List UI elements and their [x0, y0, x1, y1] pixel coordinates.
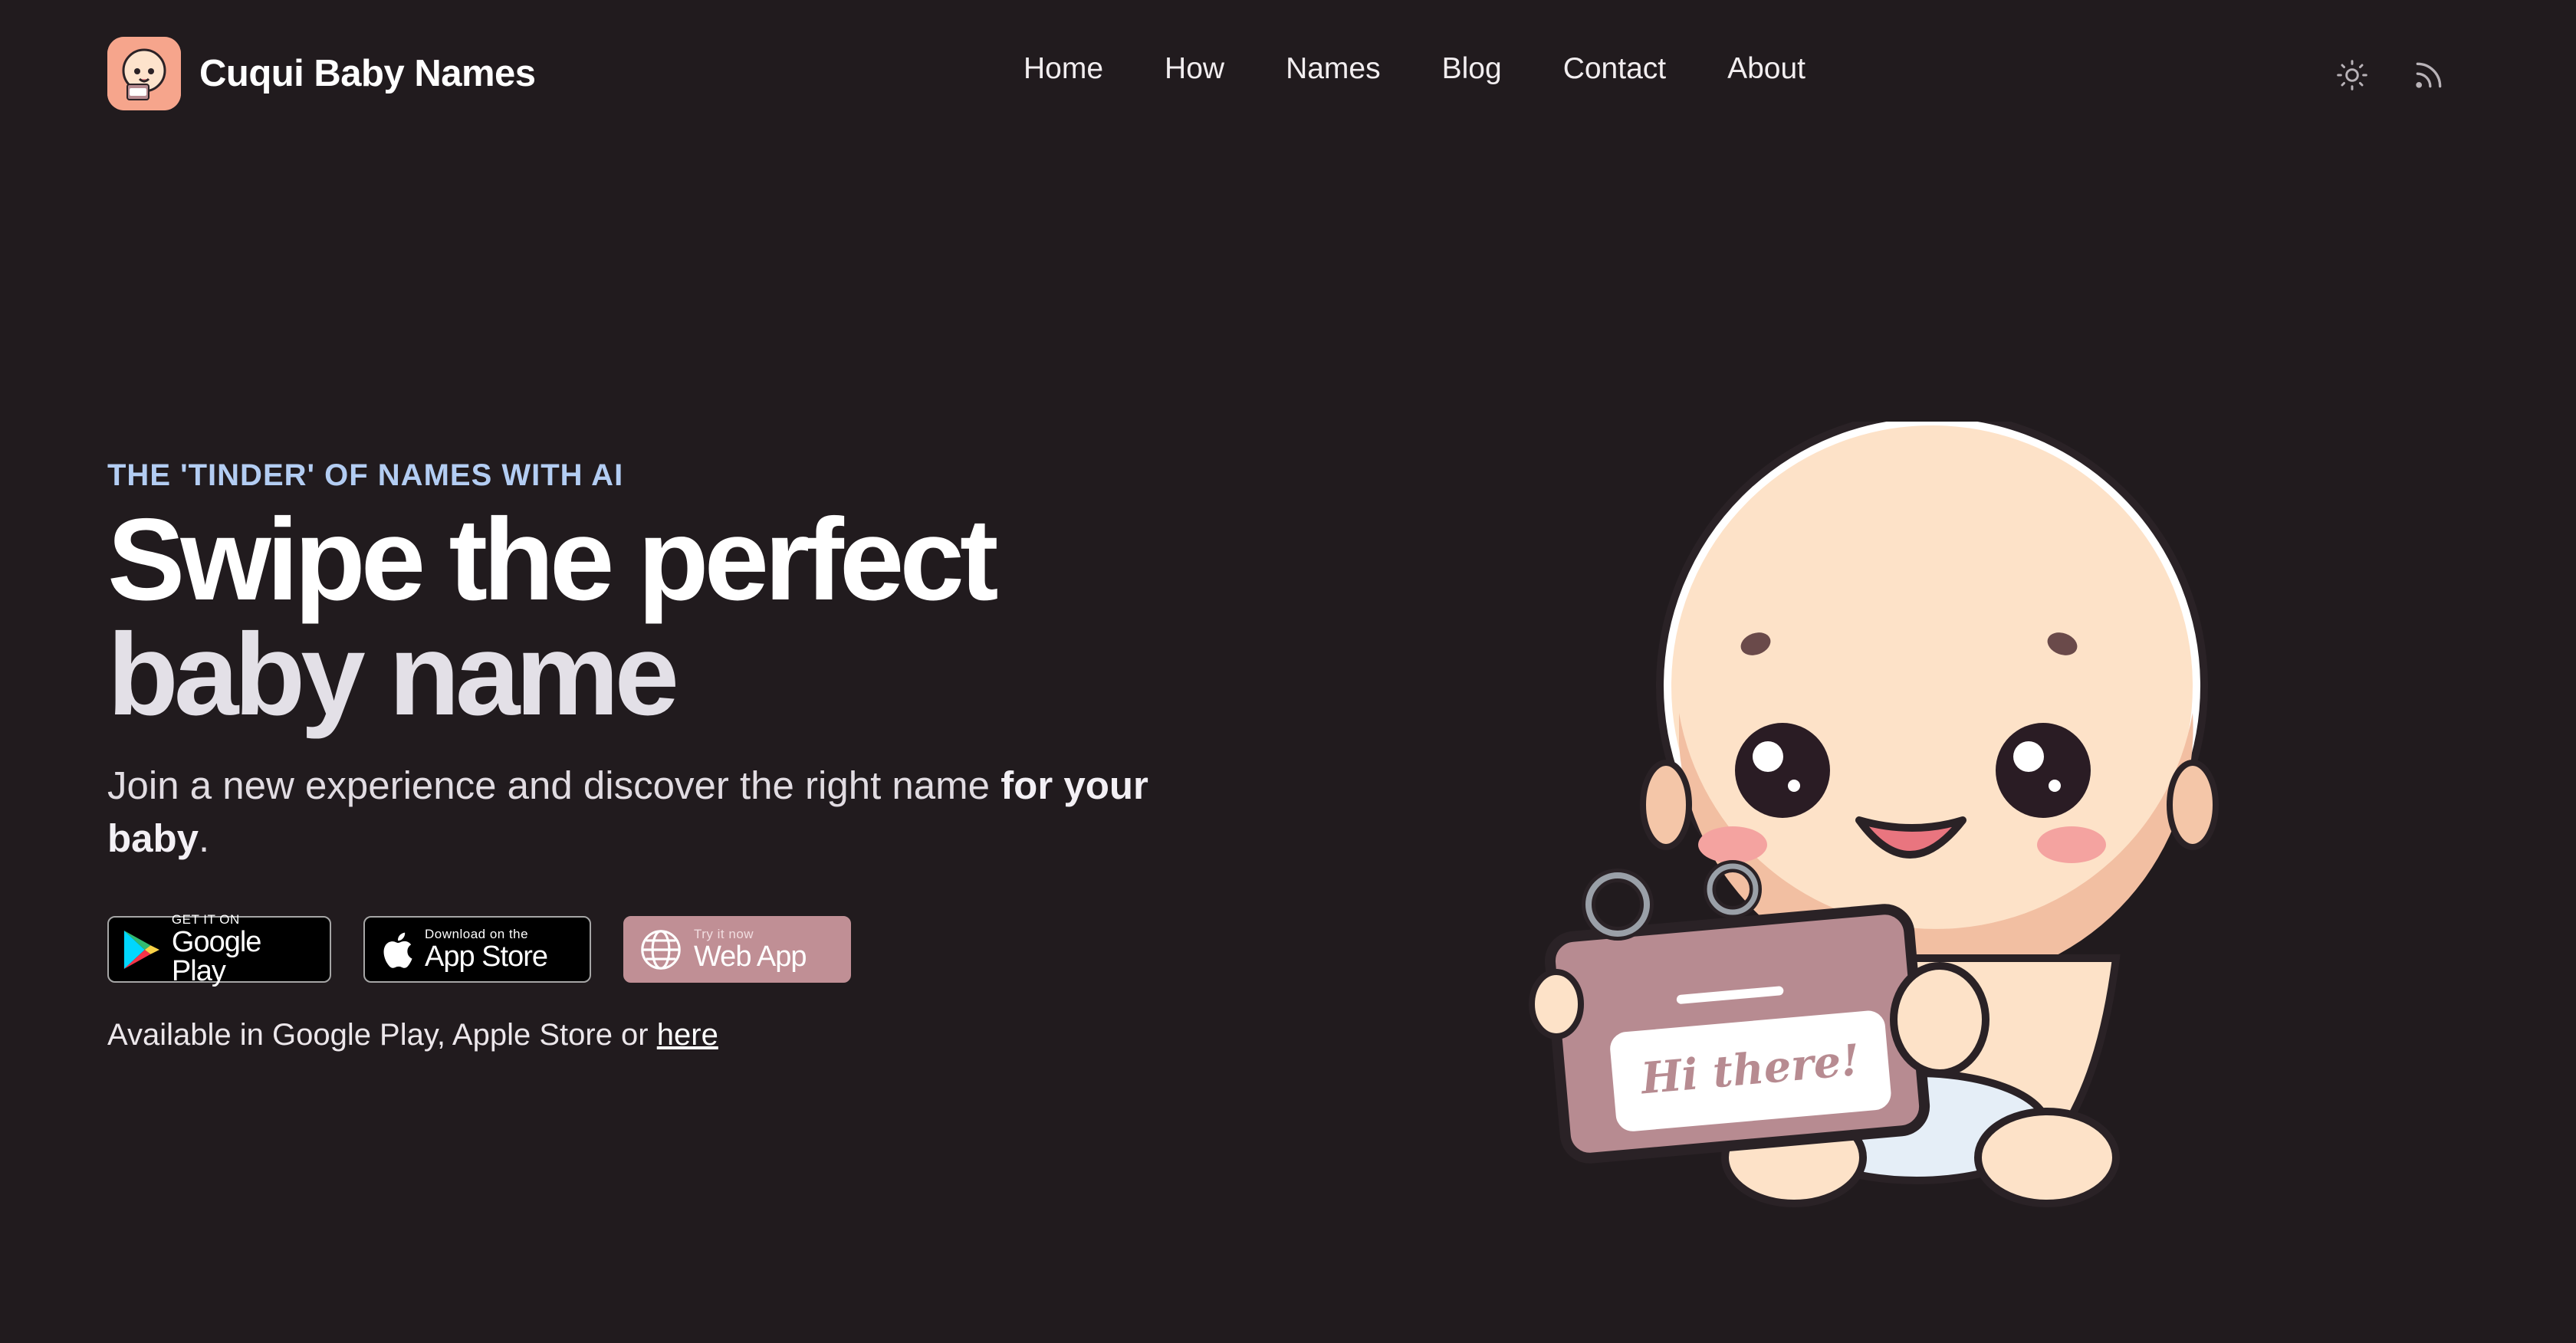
- nav-about[interactable]: About: [1727, 52, 1806, 86]
- hero-subtitle: Join a new experience and discover the r…: [107, 759, 1196, 865]
- google-play-small-label: GET IT ON: [171, 912, 240, 927]
- subtitle-end: .: [199, 816, 210, 860]
- nav-home[interactable]: Home: [1024, 52, 1103, 86]
- store-buttons: GET IT ON Google Play Download on the Ap…: [107, 912, 851, 987]
- availability-note: Available in Google Play, Apple Store or…: [107, 1018, 718, 1052]
- brand[interactable]: Cuqui Baby Names: [107, 37, 536, 110]
- hero-headline: Swipe the perfect baby name: [107, 494, 1334, 740]
- google-play-icon: [123, 930, 159, 969]
- landing-page: Cuqui Baby Names Home How Names Blog Con…: [0, 0, 2576, 1343]
- availability-link[interactable]: here: [657, 1018, 718, 1052]
- availability-text: Available in Google Play, Apple Store or: [107, 1018, 657, 1052]
- web-app-small-label: Try it now: [694, 927, 754, 941]
- google-play-label: Google Play: [171, 926, 262, 987]
- web-app-label: Web App: [694, 941, 807, 973]
- headline-line-1: Swipe the perfect: [107, 494, 999, 625]
- nav-blog[interactable]: Blog: [1442, 52, 1502, 86]
- nav-names[interactable]: Names: [1286, 52, 1381, 86]
- web-app-button[interactable]: Try it now Web App: [623, 916, 851, 983]
- subtitle-text: Join a new experience and discover the r…: [107, 763, 1001, 807]
- site-header: Cuqui Baby Names Home How Names Blog Con…: [0, 0, 2576, 146]
- main-nav: Home How Names Blog Contact About: [1024, 52, 1806, 86]
- headline-line-2: baby name: [107, 609, 679, 740]
- baby-mascot-illustration: Hi there!: [1518, 410, 2239, 1219]
- app-store-label: App Store: [425, 941, 548, 973]
- apple-icon: [383, 932, 412, 968]
- hero-eyebrow: THE 'TINDER' OF NAMES WITH AI: [107, 458, 624, 492]
- google-play-button[interactable]: GET IT ON Google Play: [107, 912, 331, 987]
- globe-icon: [641, 929, 681, 970]
- theme-toggle-button[interactable]: [2331, 54, 2374, 97]
- brand-name: Cuqui Baby Names: [199, 53, 536, 94]
- nav-how[interactable]: How: [1165, 52, 1224, 86]
- app-store-button[interactable]: Download on the App Store: [363, 916, 591, 983]
- nav-contact[interactable]: Contact: [1563, 52, 1666, 86]
- app-store-small-label: Download on the: [425, 927, 529, 941]
- sun-icon: [2337, 60, 2367, 90]
- rss-icon: [2416, 62, 2442, 88]
- rss-feed-button[interactable]: [2407, 54, 2450, 97]
- baby-face-icon: [107, 37, 181, 110]
